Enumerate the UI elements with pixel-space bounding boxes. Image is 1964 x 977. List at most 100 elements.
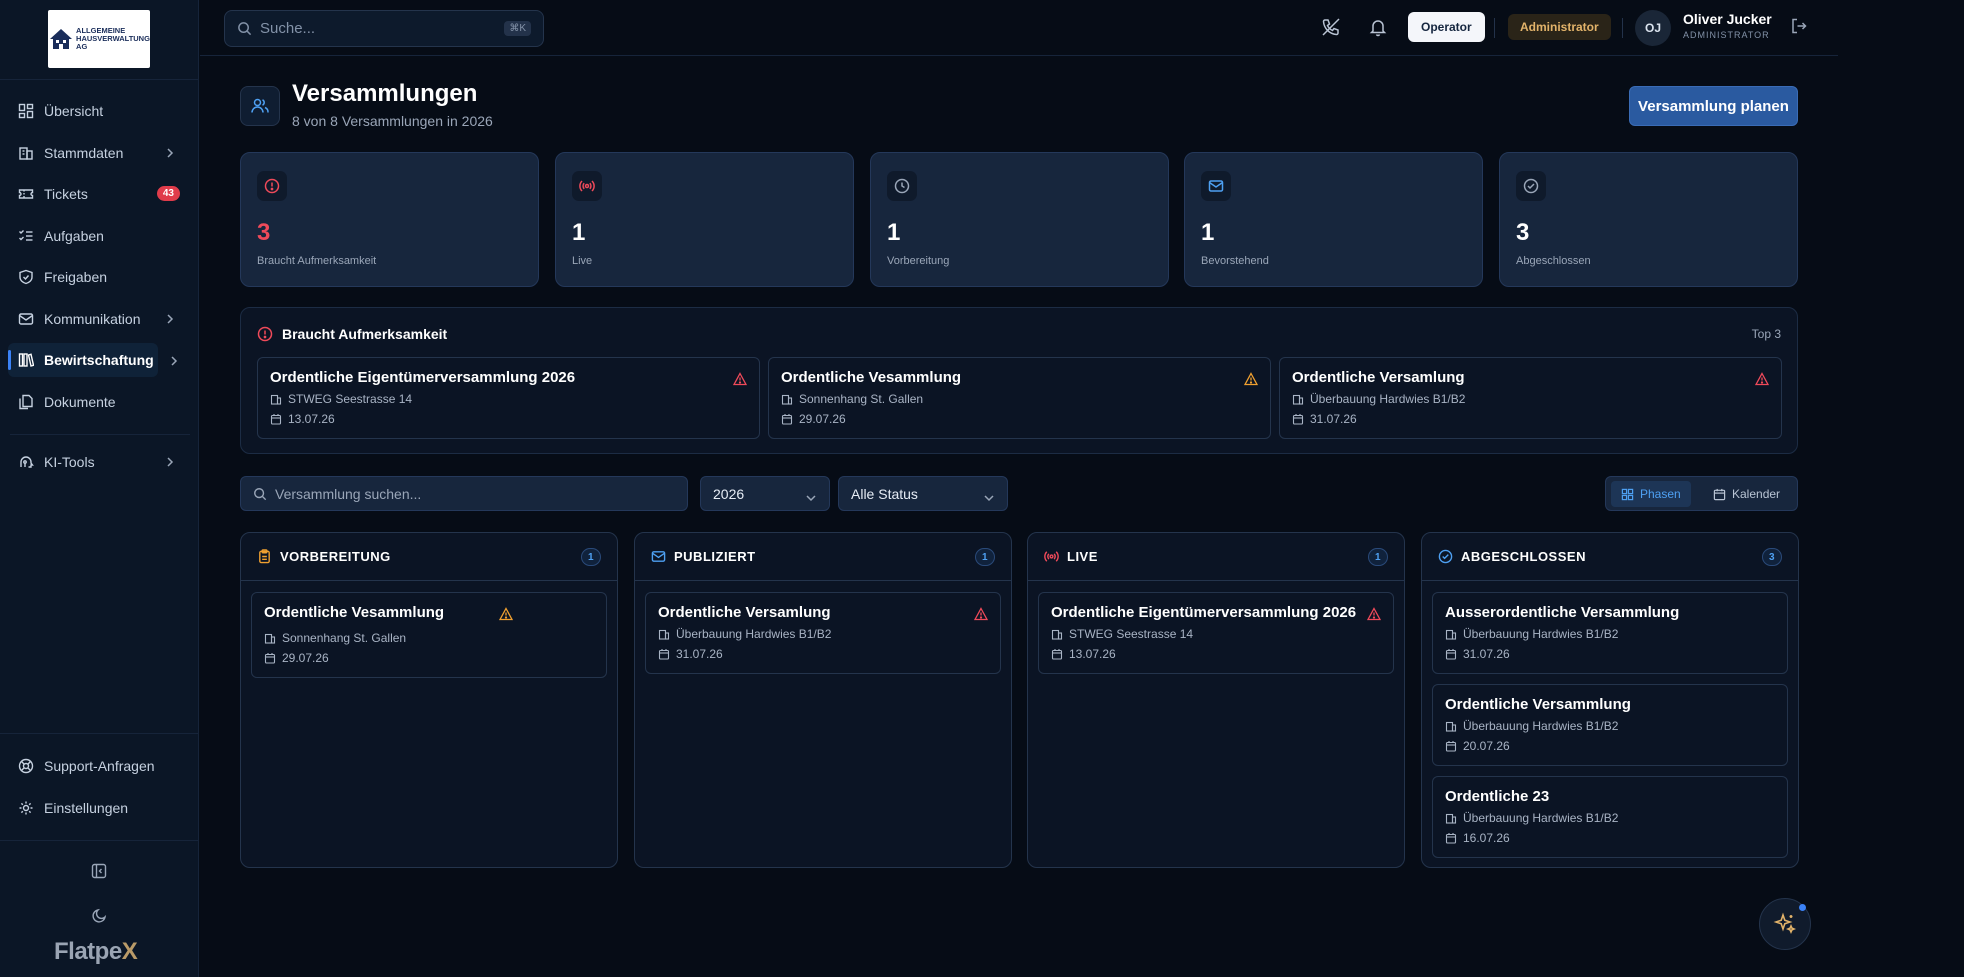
property-name: Überbauung Hardwies B1/B2 — [676, 627, 832, 641]
card-property: Sonnenhang St. Gallen — [781, 392, 923, 406]
dark-mode-moon-icon[interactable] — [92, 907, 108, 926]
calendar-icon — [658, 649, 670, 660]
sidebar-item-einstellungen[interactable]: Einstellungen — [8, 791, 190, 825]
assembly-search-input[interactable]: Versammlung suchen... — [240, 476, 688, 511]
chevron-down-icon — [805, 490, 817, 506]
sidebar-item-freigaben[interactable]: Freigaben — [8, 260, 190, 294]
sidebar-divider — [0, 79, 199, 80]
stat-value: 1 — [887, 219, 901, 246]
card-date: 29.07.26 — [781, 412, 846, 426]
company-logo[interactable]: ALLGEMEINE HAUSVERWALTUNG AG — [48, 10, 150, 68]
documents-icon — [18, 394, 34, 410]
date-text: 31.07.26 — [676, 647, 723, 661]
clock-icon — [887, 171, 917, 201]
stat-label: Live — [572, 255, 593, 267]
stat-card-upcoming[interactable]: 1 Bevorstehend — [1184, 152, 1483, 287]
sidebar-item-label: Freigaben — [44, 269, 108, 285]
operator-button[interactable]: Operator — [1408, 12, 1485, 42]
mail-icon — [651, 551, 666, 562]
assembly-card[interactable]: Ordentliche Vesammlung Sonnenhang St. Ga… — [251, 592, 607, 678]
card-title: Ordentliche Vesammlung — [264, 604, 445, 621]
column-abgeschlossen: ABGESCHLOSSEN 3 Ausserordentliche Versam… — [1421, 532, 1799, 868]
support-icon — [18, 758, 34, 774]
sidebar-item-label: Tickets — [44, 186, 88, 202]
stat-label: Bevorstehend — [1201, 255, 1269, 267]
logo-line3: AG — [76, 42, 88, 51]
phone-off-icon[interactable] — [1321, 17, 1341, 37]
column-live: LIVE 1 Ordentliche Eigentümerversammlung… — [1027, 532, 1405, 868]
chevron-right-icon — [168, 354, 180, 370]
attention-panel: Braucht Aufmerksamkeit Top 3 Ordentliche… — [240, 307, 1798, 454]
warning-icon — [498, 607, 514, 624]
status-select[interactable]: Alle Status — [838, 476, 1008, 511]
assembly-card[interactable]: Ordentliche Eigentümerversammlung 2026 S… — [1038, 592, 1394, 674]
sidebar-item-tickets[interactable]: Tickets 43 — [8, 177, 190, 211]
calendar-label: Kalender — [1732, 487, 1781, 501]
building-icon — [1292, 394, 1304, 405]
page-title: Versammlungen — [292, 80, 478, 107]
dashboard-icon — [18, 103, 34, 119]
column-title: PUBLIZIERT — [674, 549, 756, 564]
date-text: 31.07.26 — [1463, 647, 1510, 661]
broadcast-icon — [572, 171, 602, 201]
card-date: 31.07.26 — [1292, 412, 1357, 426]
date-text: 29.07.26 — [799, 412, 846, 426]
sidebar-item-support[interactable]: Support-Anfragen — [8, 749, 190, 783]
assembly-card[interactable]: Ordentliche Versammlung Überbauung Hardw… — [1432, 684, 1788, 766]
avatar[interactable]: OJ — [1635, 10, 1671, 46]
sidebar-item-aufgaben[interactable]: Aufgaben — [8, 219, 190, 253]
year-select[interactable]: 2026 — [700, 476, 830, 511]
calendar-view-button[interactable]: Kalender — [1703, 481, 1790, 507]
card-property: Überbauung Hardwies B1/B2 — [1445, 627, 1618, 641]
search-icon — [238, 22, 252, 36]
building-icon — [18, 145, 34, 161]
assembly-card[interactable]: Ordentliche Versamlung Überbauung Hardwi… — [645, 592, 1001, 674]
mail-icon — [1201, 171, 1231, 201]
card-date: 20.07.26 — [1445, 739, 1510, 753]
bell-icon[interactable] — [1368, 17, 1388, 37]
status-value: Alle Status — [851, 485, 918, 502]
sidebar-item-stammdaten[interactable]: Stammdaten — [8, 136, 190, 170]
global-search-input[interactable]: Suche... ⌘K — [224, 10, 544, 47]
card-property: Überbauung Hardwies B1/B2 — [658, 627, 831, 641]
attention-card[interactable]: Ordentliche Versamlung Überbauung Hardwi… — [1279, 357, 1782, 439]
stat-card-completed[interactable]: 3 Abgeschlossen — [1499, 152, 1798, 287]
plan-assembly-button[interactable]: Versammlung planen — [1629, 86, 1798, 126]
attention-card[interactable]: Ordentliche Vesammlung Sonnenhang St. Ga… — [768, 357, 1271, 439]
page-subtitle: 8 von 8 Versammlungen in 2026 — [292, 113, 493, 129]
grid-icon — [1621, 488, 1634, 500]
property-name: STWEG Seestrasse 14 — [288, 392, 413, 406]
property-name: Sonnenhang St. Gallen — [799, 392, 924, 406]
stat-card-attention[interactable]: 3 Braucht Aufmerksamkeit — [240, 152, 539, 287]
collapse-sidebar-icon[interactable] — [91, 863, 107, 882]
search-shortcut: ⌘K — [504, 21, 531, 36]
sidebar-item-bewirtschaftung[interactable]: Bewirtschaftung — [8, 343, 158, 377]
sidebar-item-kommunikation[interactable]: Kommunikation — [8, 302, 190, 336]
sidebar-divider — [10, 434, 190, 435]
assembly-card[interactable]: Ausserordentliche Versammlung Überbauung… — [1432, 592, 1788, 674]
stat-card-preparation[interactable]: 1 Vorbereitung — [870, 152, 1169, 287]
sparkles-icon — [1773, 912, 1797, 935]
stat-card-live[interactable]: 1 Live — [555, 152, 854, 287]
attention-card[interactable]: Ordentliche Eigentümerversammlung 2026 S… — [257, 357, 760, 439]
list-check-icon — [18, 228, 34, 244]
column-title: VORBEREITUNG — [280, 549, 391, 564]
card-title: Ordentliche Versamlung — [658, 604, 831, 621]
sidebar-item-dokumente[interactable]: Dokumente — [8, 385, 190, 419]
logout-icon[interactable] — [1790, 17, 1810, 37]
building-icon — [658, 629, 670, 640]
sidebar-item-ki-tools[interactable]: KI-Tools — [8, 445, 190, 479]
property-name: Sonnenhang St. Gallen — [282, 631, 407, 645]
role-badge[interactable]: Administrator — [1508, 14, 1611, 40]
topbar: Suche... ⌘K Operator Administrator OJ Ol… — [200, 0, 1838, 56]
date-text: 13.07.26 — [1069, 647, 1116, 661]
building-icon — [1445, 721, 1457, 732]
assembly-card[interactable]: Ordentliche 23 Überbauung Hardwies B1/B2… — [1432, 776, 1788, 858]
ticket-icon — [18, 186, 34, 202]
phases-view-button[interactable]: Phasen — [1611, 481, 1691, 507]
building-icon — [270, 394, 282, 405]
sidebar-item-uebersicht[interactable]: Übersicht — [8, 94, 190, 128]
date-text: 31.07.26 — [1310, 412, 1357, 426]
stat-label: Abgeschlossen — [1516, 255, 1591, 267]
calendar-icon — [264, 653, 276, 664]
